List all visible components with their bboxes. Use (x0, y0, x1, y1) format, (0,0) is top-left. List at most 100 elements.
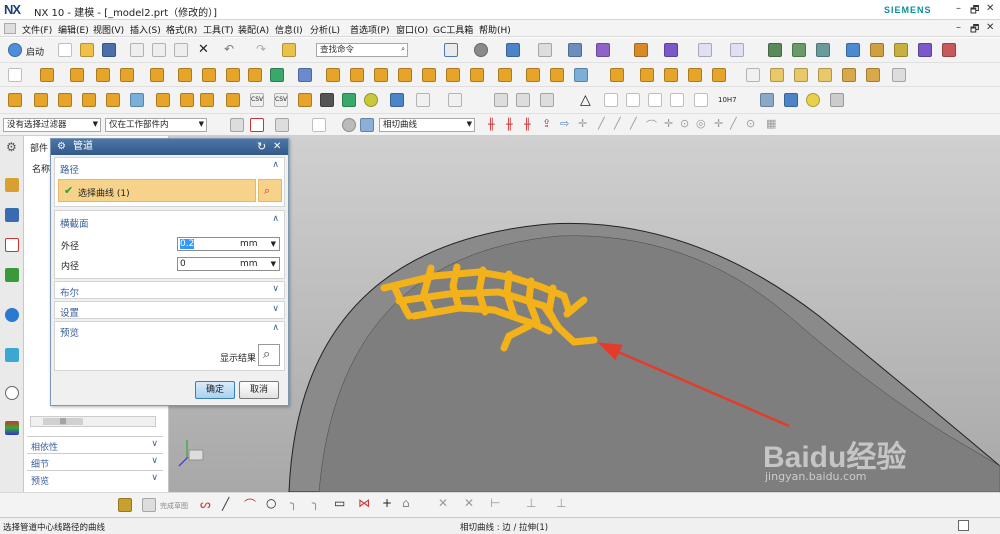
extrude-icon[interactable] (40, 68, 54, 82)
hammer-icon[interactable] (870, 43, 884, 57)
ok-button[interactable]: 确定 (195, 381, 235, 399)
promote-body-icon[interactable] (200, 93, 214, 107)
fit-label-icon[interactable]: 10H7 (718, 96, 737, 104)
new-file-icon[interactable] (58, 43, 72, 57)
menu-insert[interactable]: 插入(S) (130, 23, 161, 36)
part-navigator-icon[interactable] (5, 178, 19, 192)
trimmed-sheet-icon[interactable] (818, 68, 832, 82)
make-corner-icon[interactable]: ⊢ (490, 496, 500, 510)
routing-icon[interactable] (320, 93, 334, 107)
tangent-point-icon[interactable]: ✛ (664, 117, 673, 130)
thicken-icon[interactable] (470, 68, 484, 82)
gear-icon[interactable]: ⚙ (6, 140, 17, 154)
doc-close-button[interactable]: ✕ (986, 22, 994, 33)
box-icon[interactable] (574, 68, 588, 82)
render-style-icon[interactable] (474, 43, 488, 57)
fillet-icon[interactable]: ╮ (290, 496, 297, 510)
midpoint-icon[interactable]: ╱ (614, 117, 621, 130)
settings-section[interactable]: 设置 ∨ (54, 301, 285, 319)
assembly-nav-icon[interactable] (768, 43, 782, 57)
weld-icon[interactable] (540, 93, 554, 107)
groove-icon[interactable] (58, 93, 72, 107)
part-list-icon[interactable] (626, 93, 640, 107)
scope-select[interactable]: 仅在工作部件内 ▼ (105, 118, 207, 132)
cross-section-header[interactable]: 横截面 (60, 216, 89, 230)
triangle-icon[interactable]: △ (580, 92, 591, 108)
scale-body-icon[interactable] (130, 93, 144, 107)
unite-icon[interactable] (226, 68, 240, 82)
harness-icon[interactable] (342, 93, 356, 107)
offset-curve-icon[interactable]: ⌂ (402, 496, 410, 510)
report-icon[interactable] (648, 93, 662, 107)
chamfer-sketch-icon[interactable]: ╮ (312, 496, 319, 510)
select-all-icon[interactable] (230, 118, 244, 132)
quick-trim-icon[interactable]: ✕ (438, 496, 448, 510)
constraint-navigator-icon[interactable] (5, 238, 19, 252)
hole-icon[interactable] (96, 68, 110, 82)
assembly-navigator-icon[interactable] (5, 208, 19, 222)
thread-icon[interactable] (106, 93, 120, 107)
menu-gc-toolbox[interactable]: GC工具箱 (433, 23, 473, 36)
export-csv-icon[interactable]: CSV (274, 93, 288, 107)
background-icon[interactable] (538, 43, 552, 57)
reset-icon[interactable]: ↻ (257, 139, 266, 155)
outer-diameter-field[interactable]: 0.2 mm ▼ (177, 237, 280, 251)
menu-file[interactable]: 文件(F) (22, 23, 52, 36)
menu-edit[interactable]: 编辑(E) (58, 23, 89, 36)
settings-header[interactable]: 设置 (60, 305, 79, 319)
note-icon[interactable] (516, 93, 530, 107)
pattern-feature-icon[interactable] (202, 68, 216, 82)
circle-icon[interactable]: ○ (266, 496, 276, 510)
dimension-icon[interactable] (694, 93, 708, 107)
stop-at-intersection-icon[interactable]: ╫ (488, 118, 495, 131)
boolean-section[interactable]: 布尔 ∨ (54, 281, 285, 299)
rectangle-icon[interactable]: ▭ (334, 496, 345, 510)
point-icon[interactable] (448, 93, 462, 107)
preview-header[interactable]: 预览 (60, 325, 79, 339)
select-bodies-icon[interactable] (360, 118, 374, 132)
quick-extend-icon[interactable]: ✕ (464, 496, 474, 510)
menu-help[interactable]: 帮助(H) (479, 23, 511, 36)
menu-window[interactable]: 窗口(O) (396, 23, 428, 36)
horizontal-scrollbar[interactable]: ||| (30, 416, 156, 427)
slot-icon[interactable] (34, 93, 48, 107)
constraint-icon[interactable]: ⊥ (526, 496, 536, 510)
delete-icon[interactable]: ✕ (198, 42, 209, 57)
pad-icon[interactable] (8, 93, 22, 107)
sketch-icon[interactable] (8, 68, 22, 82)
existing-point-icon[interactable]: ✛ (714, 117, 723, 130)
curve-selector-button[interactable]: ⌕ (258, 179, 282, 202)
pocket-icon[interactable] (150, 68, 164, 82)
section-view-icon[interactable] (568, 43, 582, 57)
revolve-icon[interactable] (70, 68, 84, 82)
path-header[interactable]: 路径 (60, 162, 79, 176)
chevron-up-icon[interactable]: ∧ (272, 323, 279, 333)
sphere-icon[interactable] (364, 93, 378, 107)
close-window-button[interactable]: ✕ (986, 3, 994, 14)
rib-icon[interactable] (178, 68, 192, 82)
restore-button[interactable]: 🗗 (970, 3, 979, 20)
menu-tools[interactable]: 工具(T) (203, 23, 234, 36)
sequence-icon[interactable] (942, 43, 956, 57)
reuse-library-icon[interactable] (5, 268, 19, 282)
mirror-feature-icon[interactable] (550, 68, 564, 82)
menu-assembly[interactable]: 装配(A) (238, 23, 269, 36)
finish-sketch-icon[interactable] (142, 498, 156, 512)
finish-sketch-label[interactable]: 完成草图 (160, 501, 188, 511)
details-section[interactable]: 细节 ∨ (27, 453, 163, 470)
point-sketch-icon[interactable]: + (382, 496, 392, 510)
quick-pick-icon[interactable] (342, 118, 356, 132)
image-icon[interactable] (670, 93, 684, 107)
chevron-down-icon[interactable]: ∨ (272, 304, 279, 314)
cancel-button[interactable]: 取消 (239, 381, 279, 399)
boss-icon[interactable] (120, 68, 134, 82)
chevron-down-icon[interactable]: ∨ (272, 284, 279, 294)
copy-icon[interactable] (152, 43, 166, 57)
gdt-icon[interactable] (390, 93, 404, 107)
inner-diameter-field[interactable]: 0 mm ▼ (177, 257, 280, 271)
extension-icon[interactable] (892, 68, 906, 82)
move-component-icon[interactable] (846, 43, 860, 57)
datum-csys-icon[interactable] (416, 93, 430, 107)
chevron-up-icon[interactable]: ∧ (272, 160, 279, 170)
chevron-up-icon[interactable]: ∧ (272, 214, 279, 224)
